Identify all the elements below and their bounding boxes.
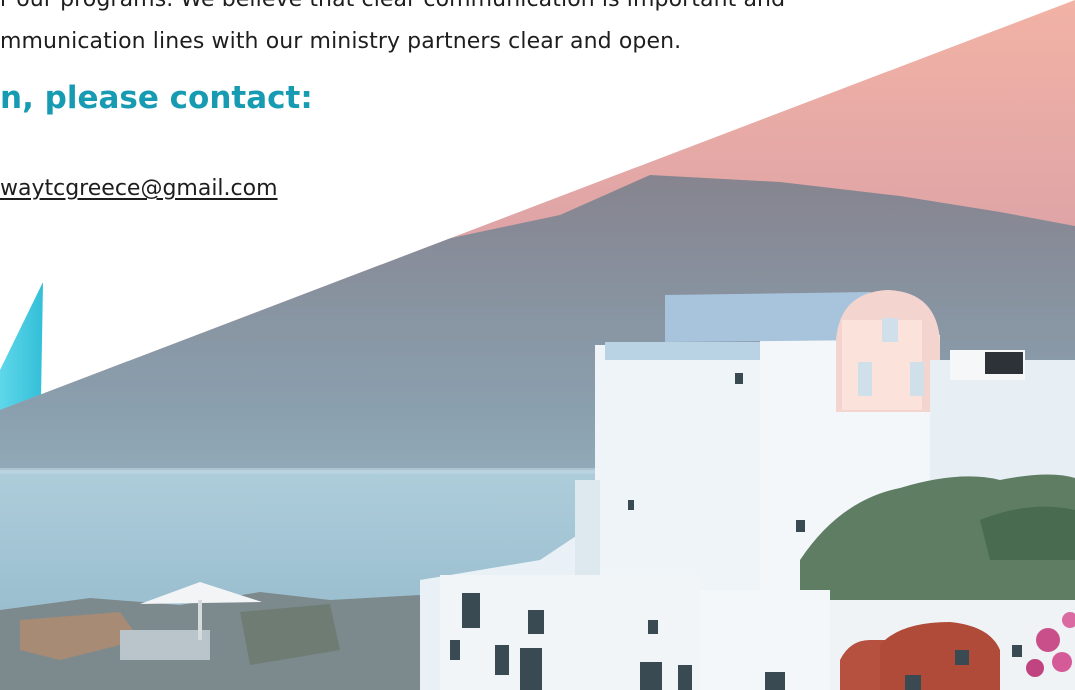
text-content: r our programs. We believe that clear co…: [0, 0, 1075, 690]
intro-text-line-1: r our programs. We believe that clear co…: [0, 0, 785, 12]
intro-text-line-2: mmunication lines with our ministry part…: [0, 29, 682, 54]
email-link[interactable]: waytcgreece@gmail.com: [0, 176, 278, 201]
contact-heading: n, please contact:: [0, 80, 313, 116]
